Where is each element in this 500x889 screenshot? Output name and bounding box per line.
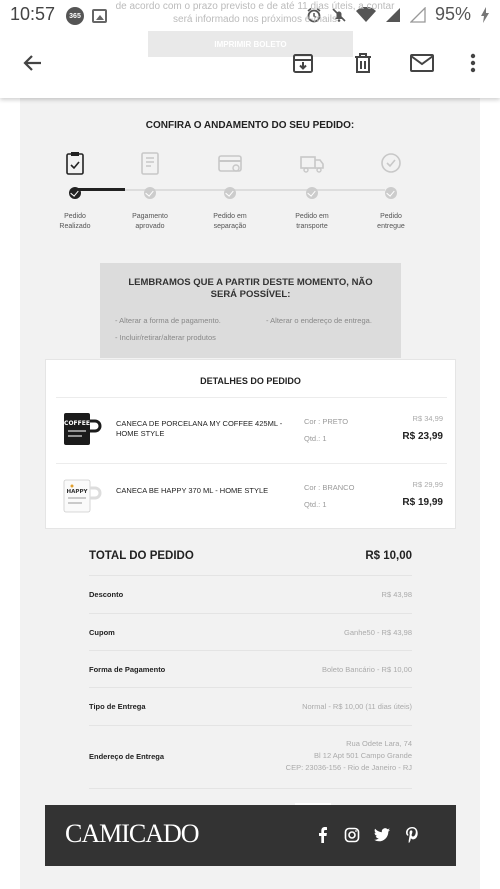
notice-item: - Alterar o endereço de entrega. xyxy=(266,316,372,325)
product-price: R$ 19,99 xyxy=(402,497,443,508)
svg-text:COFFEE: COFFEE xyxy=(64,420,90,427)
pinterest-icon[interactable] xyxy=(402,825,422,845)
delivery-type-label: Tipo de Entrega xyxy=(89,702,146,711)
footer-accent xyxy=(295,803,331,805)
notice-item: - Alterar a forma de pagamento. xyxy=(115,316,221,325)
order-progress: Pedido Realizado Pagamento aprovado Pedido… xyxy=(40,150,440,240)
divider xyxy=(56,397,447,398)
check-circle-icon xyxy=(381,153,401,173)
gallery-icon xyxy=(92,9,107,23)
address-value: Rua Odete Lara, 74 Bl 12 Apt 501 Campo G… xyxy=(285,739,412,772)
signal-empty-icon xyxy=(409,6,426,23)
footer: CAMICADO xyxy=(45,803,456,866)
divider xyxy=(89,650,412,651)
coupon-label: Cupom xyxy=(89,628,115,637)
progress-title: CONFIRA O ANDAMENTO DO SEU PEDIDO: xyxy=(145,120,355,131)
product-name[interactable]: CANECA BE HAPPY 370 ML - HOME STYLE xyxy=(116,486,296,496)
details-title: DETALHES DO PEDIDO xyxy=(200,376,301,386)
divider xyxy=(89,788,412,789)
step-dot xyxy=(385,187,397,199)
email-body: CONFIRA O ANDAMENTO DO SEU PEDIDO: Pedid… xyxy=(20,98,480,889)
product-name[interactable]: CANECA DE PORCELANA MY COFFEE 425ML - HO… xyxy=(116,419,296,439)
archive-icon[interactable] xyxy=(288,48,318,78)
clipboard-check-icon xyxy=(66,152,84,175)
product-qty: Qtd.: 1 xyxy=(304,434,327,443)
product-old-price: R$ 34,99 xyxy=(412,414,443,423)
step-pedido-transporte: Pedido em transporte xyxy=(277,150,347,232)
divider xyxy=(89,725,412,726)
payment-doc-icon xyxy=(141,152,159,175)
order-details: DETALHES DO PEDIDO COFFEE CANECA DE PORC… xyxy=(45,359,456,529)
divider xyxy=(56,463,447,464)
app-badge-icon: 365 xyxy=(66,7,84,25)
step-dot xyxy=(144,187,156,199)
back-arrow-icon[interactable] xyxy=(18,48,48,78)
delivery-type-value: Normal - R$ 10,00 (11 dias úteis) xyxy=(302,702,412,711)
notice-item: - Incluir/retirar/alterar produtos xyxy=(115,333,216,342)
discount-label: Desconto xyxy=(89,590,124,599)
coupon-value: Ganhe50 - R$ 43,98 xyxy=(344,628,412,637)
battery-level: 95% xyxy=(434,4,471,24)
notification-icons: 365 xyxy=(66,7,107,25)
step-dot xyxy=(306,187,318,199)
payment-value: Boleto Bancário - R$ 10,00 xyxy=(321,665,412,674)
discount-value: R$ 43,98 xyxy=(381,590,412,599)
camicado-logo[interactable]: CAMICADO xyxy=(65,819,200,849)
payment-label: Forma de Pagamento xyxy=(89,665,166,674)
facebook-icon[interactable] xyxy=(313,825,333,845)
divider xyxy=(89,575,412,576)
mail-icon[interactable] xyxy=(407,48,437,78)
product-price: R$ 23,99 xyxy=(402,431,443,442)
app-bar: IMPRIMIR BOLETO xyxy=(0,30,500,98)
svg-text:HAPPY: HAPPY xyxy=(67,489,89,495)
delete-icon[interactable] xyxy=(348,48,378,78)
notice-box: LEMBRAMOS QUE A PARTIR DESTE MOMENTO, NÃ… xyxy=(100,263,401,358)
step-pedido-separacao: Pedido em separação xyxy=(195,150,265,232)
print-boleto-button[interactable]: IMPRIMIR BOLETO xyxy=(148,31,353,57)
product-old-price: R$ 29,99 xyxy=(412,480,443,489)
divider xyxy=(89,687,412,688)
step-dot xyxy=(69,187,81,199)
card-icon xyxy=(218,155,242,172)
order-summary: TOTAL DO PEDIDO R$ 10,00 Desconto R$ 43,… xyxy=(89,538,412,798)
step-pedido-entregue: Pedido entregue xyxy=(356,150,426,232)
product-color: Cor : PRETO xyxy=(304,417,349,426)
step-pedido-realizado: Pedido Realizado xyxy=(40,150,110,232)
mug-black-image: COFFEE xyxy=(64,413,102,445)
step-pagamento-aprovado: Pagamento aprovado xyxy=(115,150,185,232)
total-row: TOTAL DO PEDIDO R$ 10,00 xyxy=(89,550,412,562)
charging-icon xyxy=(481,6,489,23)
total-value: R$ 10,00 xyxy=(365,550,412,562)
product-row[interactable]: COFFEE CANECA DE PORCELANA MY COFFEE 425… xyxy=(46,401,457,461)
total-label: TOTAL DO PEDIDO xyxy=(89,550,194,562)
notice-title: LEMBRAMOS QUE A PARTIR DESTE MOMENTO, NÃ… xyxy=(128,277,373,300)
address-label: Endereço de Entrega xyxy=(89,752,165,761)
product-qty: Qtd.: 1 xyxy=(304,500,327,509)
truck-icon xyxy=(300,156,324,173)
divider xyxy=(89,613,412,614)
step-dot xyxy=(224,187,236,199)
status-time: 10:57 xyxy=(10,4,56,24)
instagram-icon[interactable] xyxy=(342,825,362,845)
more-options-icon[interactable] xyxy=(458,48,488,78)
twitter-icon[interactable] xyxy=(372,825,392,845)
product-color: Cor : BRANCO xyxy=(304,483,355,492)
scrolled-email-text: de acordo com o prazo previsto e de até … xyxy=(115,1,395,25)
product-row[interactable]: HAPPY CANECA BE HAPPY 370 ML - HOME STYL… xyxy=(46,468,457,528)
mug-white-image: HAPPY xyxy=(63,479,102,513)
